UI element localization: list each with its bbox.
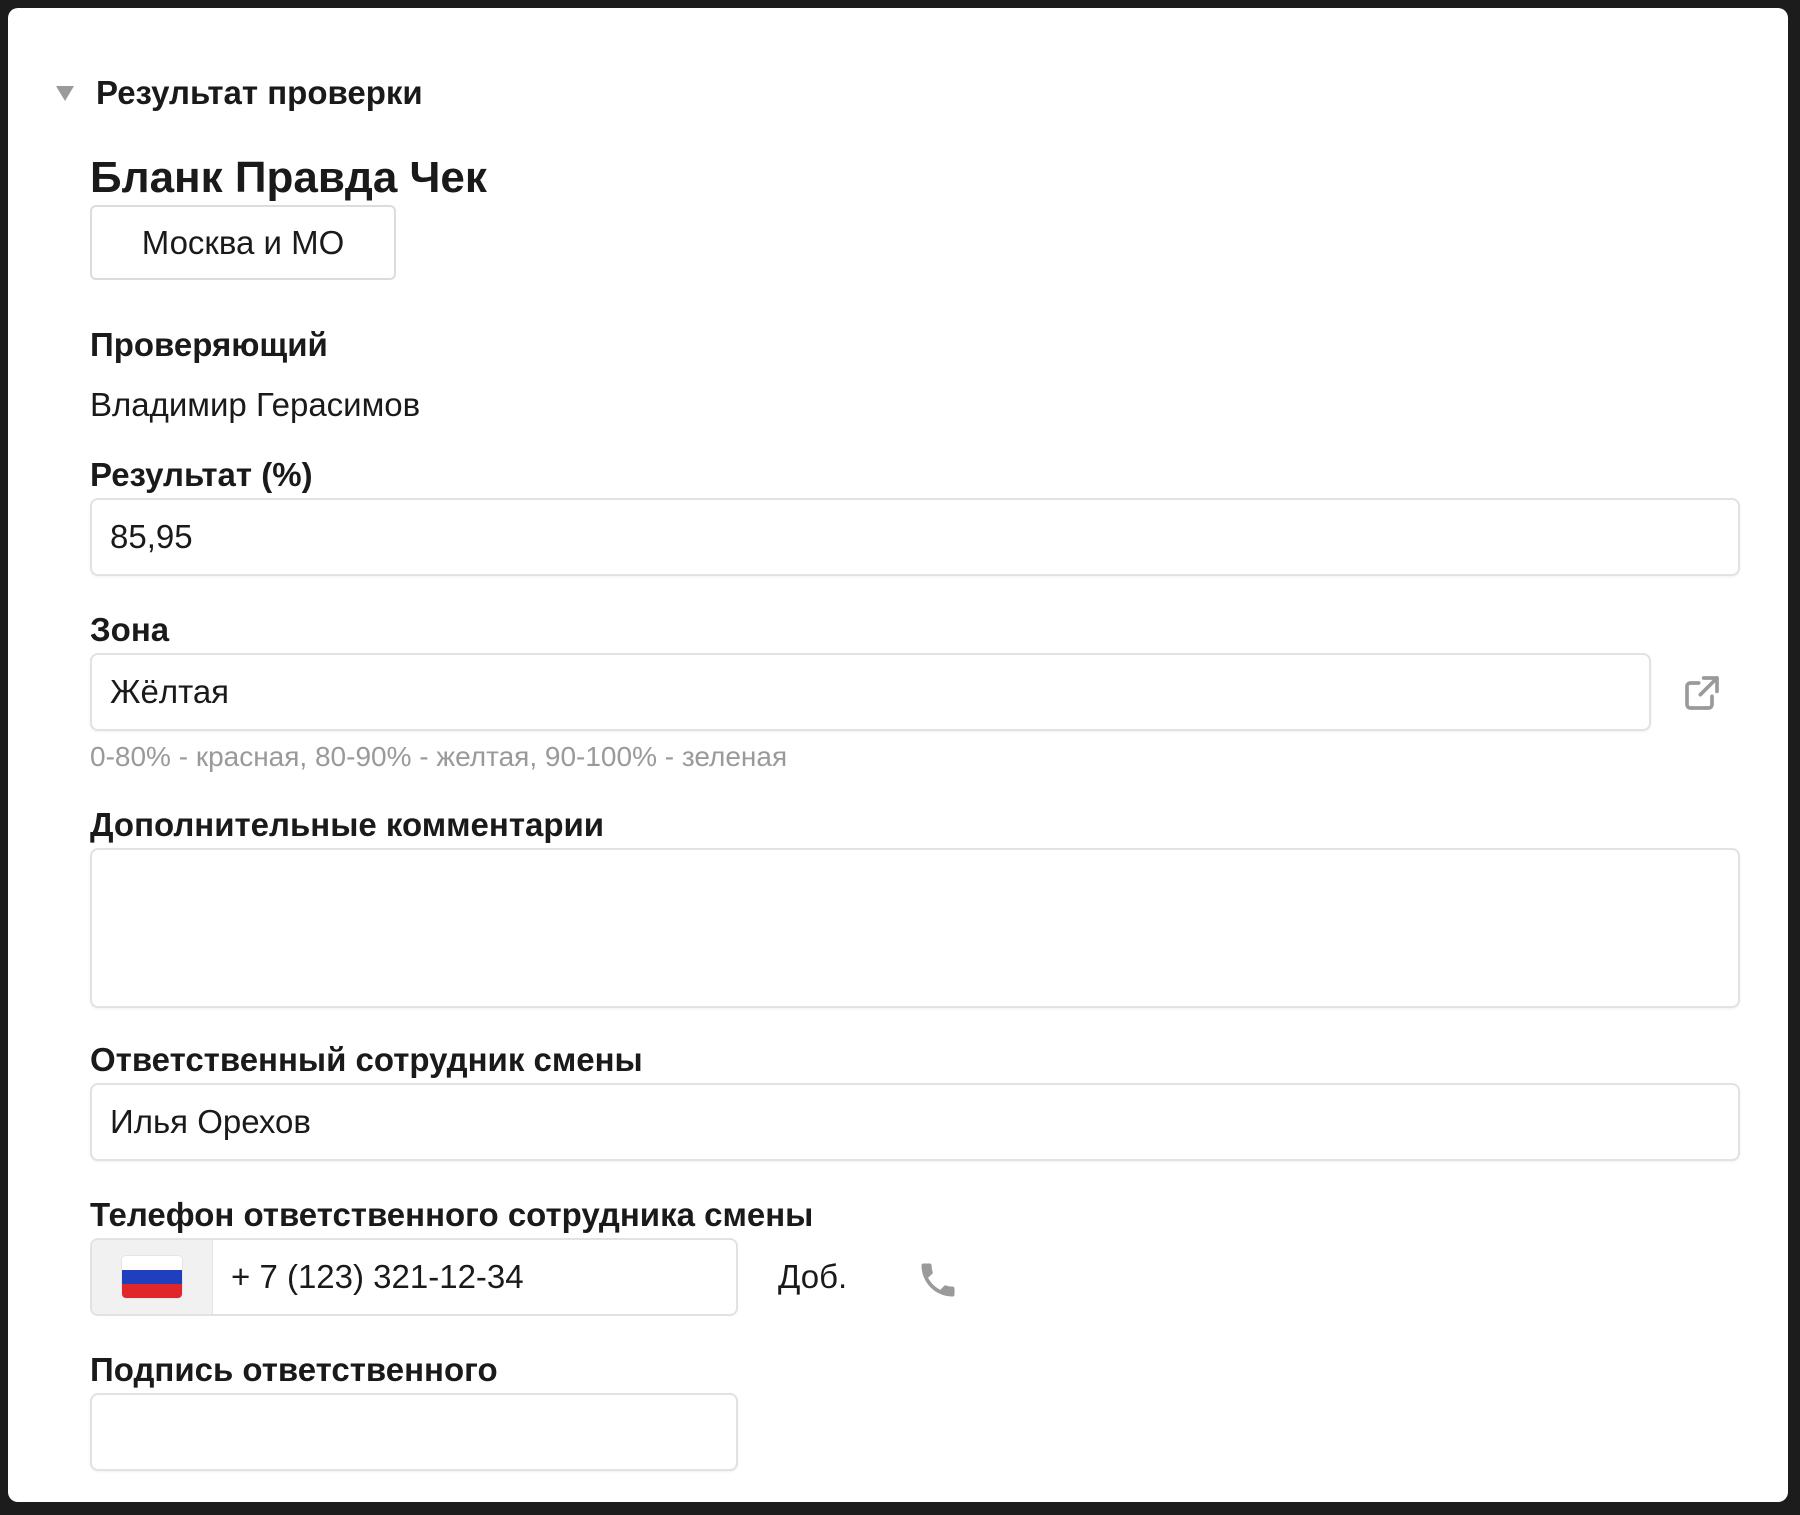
phone-icon[interactable] bbox=[916, 1258, 960, 1302]
zone-input[interactable]: Жёлтая bbox=[90, 653, 1651, 731]
russia-flag-icon bbox=[122, 1256, 182, 1298]
inspector-label: Проверяющий bbox=[90, 326, 328, 363]
comments-label: Дополнительные комментарии bbox=[90, 806, 605, 843]
zone-hint: 0-80% - красная, 80-90% - желтая, 90-100… bbox=[90, 741, 788, 772]
phone-input[interactable]: + 7 (123) 321-12-34 bbox=[213, 1240, 736, 1314]
form-title: Бланк Правда Чек bbox=[90, 153, 487, 202]
phone-field: + 7 (123) 321-12-34 bbox=[90, 1238, 738, 1316]
zone-label: Зона bbox=[90, 611, 170, 648]
responsible-input[interactable]: Илья Орехов bbox=[90, 1083, 1740, 1161]
country-selector[interactable] bbox=[92, 1240, 213, 1314]
inspector-value: Владимир Герасимов bbox=[90, 386, 421, 423]
caret-down-icon[interactable] bbox=[56, 85, 74, 101]
section-title: Результат проверки bbox=[96, 74, 423, 111]
comments-textarea[interactable] bbox=[90, 848, 1740, 1008]
extension-label[interactable]: Доб. bbox=[778, 1258, 847, 1296]
external-link-icon[interactable] bbox=[1682, 673, 1722, 713]
result-label: Результат (%) bbox=[90, 456, 313, 493]
section-header[interactable]: Результат проверки bbox=[56, 74, 423, 112]
region-button[interactable]: Москва и МО bbox=[90, 205, 396, 280]
result-input[interactable]: 85,95 bbox=[90, 498, 1740, 576]
signature-label: Подпись ответственного bbox=[90, 1351, 498, 1388]
responsible-label: Ответственный сотрудник смены bbox=[90, 1041, 643, 1078]
form-card: Результат проверки Бланк Правда Чек Моск… bbox=[8, 8, 1788, 1502]
phone-label: Телефон ответственного сотрудника смены bbox=[90, 1196, 814, 1233]
signature-input[interactable] bbox=[90, 1393, 738, 1471]
